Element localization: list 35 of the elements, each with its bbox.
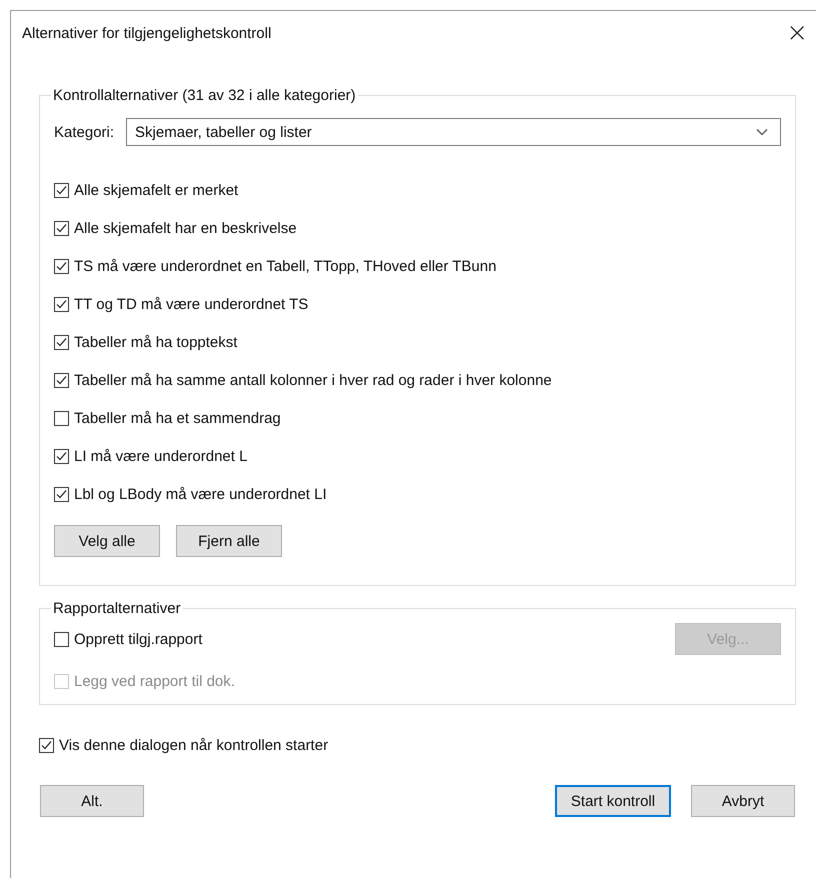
group-legend: Rapportalternativer [51, 600, 183, 617]
dialog-button[interactable]: Velg alle [54, 525, 160, 557]
group-legend: Kontrollalternativer (31 av 32 i alle kategorier) [51, 87, 358, 104]
checkbox-label: Tabeller må ha topptekst [74, 334, 238, 351]
dialog-button[interactable]: Avbryt [691, 785, 795, 817]
category-dropdown[interactable]: Skjemaer, tabeller og lister [126, 118, 781, 146]
checkbox-label: Opprett tilgj.rapport [74, 630, 202, 648]
dialog-button[interactable]: Alt. [40, 785, 144, 817]
checkbox[interactable] [54, 297, 69, 312]
chevron-down-icon [756, 128, 768, 136]
checkbox-label: Vis denne dialogen når kontrollen starter [59, 737, 328, 754]
checkbox[interactable] [54, 259, 69, 274]
checkbox[interactable] [54, 221, 69, 236]
checkbox-label: Tabeller må ha samme antall kolonner i hver rad og rader i hver kolonne [74, 372, 552, 389]
checkbox[interactable] [54, 632, 69, 646]
checkbox-label: Lbl og LBody må være underordnet LI [74, 486, 327, 503]
checkbox[interactable] [54, 335, 69, 350]
checkbox-label: LI må være underordnet L [74, 448, 248, 465]
dialog-button[interactable]: Start kontroll [555, 785, 671, 817]
checkbox-label: TS må være underordnet en Tabell, TTopp, THoved eller TBunn [74, 258, 496, 275]
checkbox[interactable] [54, 449, 69, 464]
dialog-button[interactable]: Fjern alle [176, 525, 282, 557]
checkbox-label: Tabeller må ha et sammendrag [74, 410, 281, 427]
category-label: Kategori: [54, 124, 114, 140]
checkbox[interactable] [54, 373, 69, 388]
window-title: Alternativer for tilgjengelighetskontroll [22, 24, 272, 42]
close-button[interactable]: × [780, 20, 814, 46]
checkbox-label: TT og TD må være underordnet TS [74, 296, 308, 313]
checkbox-label: Legg ved rapport til dok. [74, 673, 235, 690]
checkbox-label: Alle skjemafelt har en beskrivelse [74, 220, 297, 237]
checkbox[interactable] [54, 411, 69, 426]
checkbox[interactable] [54, 183, 69, 198]
checkbox[interactable] [54, 487, 69, 502]
checkbox[interactable] [39, 738, 54, 753]
checkbox-label: Alle skjemafelt er merket [74, 182, 238, 199]
